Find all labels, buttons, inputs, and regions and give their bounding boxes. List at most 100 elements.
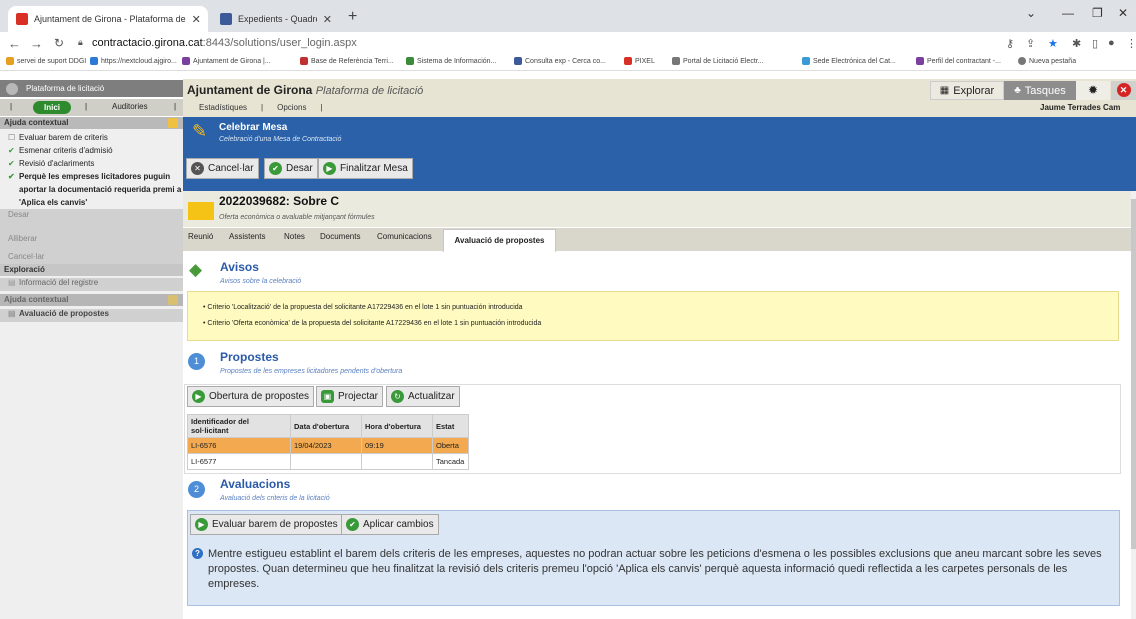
actualitzar-button[interactable]: ↻ Actualitzar bbox=[386, 386, 460, 407]
bookmark-item[interactable]: Base de Referència Terri... bbox=[300, 57, 394, 65]
warning-line: • Criterio 'Oferta econòmica' de la prop… bbox=[203, 320, 542, 327]
browser-tab-expedients[interactable]: Expedients - Quadre de comandament ✕ bbox=[212, 6, 340, 32]
check-icon: ✔ bbox=[269, 162, 282, 175]
table-row[interactable]: LI-6576 19/04/2023 09:19 Oberta bbox=[187, 437, 469, 454]
sidebar-item-perque[interactable]: ✔ Perquè les empreses licitadores puguin bbox=[0, 172, 183, 181]
sidebar-item-desar[interactable]: Desar bbox=[0, 210, 183, 219]
sidebar-item-alliberar[interactable]: Alliberar bbox=[0, 234, 183, 243]
back-icon[interactable]: ← bbox=[8, 36, 21, 51]
bookmark-item[interactable]: https://nextcloud.ajgiro... bbox=[90, 57, 177, 65]
refresh-icon: ↻ bbox=[391, 390, 404, 403]
avaluacions-subtitle: Avaluació dels criteris de la licitació bbox=[220, 495, 330, 502]
play-icon: ▶ bbox=[192, 390, 205, 403]
step-number: 1 bbox=[188, 353, 205, 370]
play-icon: ▶ bbox=[323, 162, 336, 175]
share-icon[interactable]: ⇪ bbox=[1026, 37, 1035, 50]
collapse-icon[interactable] bbox=[168, 295, 178, 305]
explorar-button[interactable]: ▦ Explorar bbox=[930, 81, 1004, 100]
tab-inici[interactable]: Inici bbox=[33, 101, 71, 114]
sidebar: Ajuda contextual ☐ Evaluar barem de crite… bbox=[0, 117, 183, 619]
gear-icon[interactable]: ✹ bbox=[1076, 81, 1110, 100]
aplicar-cambios-button[interactable]: ✔ Aplicar cambios bbox=[341, 514, 439, 535]
collapse-icon[interactable] bbox=[168, 118, 178, 128]
sidebar-item-avaluacio[interactable]: ▤ Avaluació de propostes bbox=[0, 309, 183, 322]
bookmark-item[interactable]: Consulta exp - Cerca co... bbox=[514, 57, 606, 65]
tasques-button[interactable]: ♣ Tasques bbox=[1004, 81, 1076, 100]
check-icon: ✔ bbox=[346, 518, 359, 531]
info-text: Mentre estigueu establint el barem dels … bbox=[208, 548, 1102, 590]
sidebar-item-informacio[interactable]: ▤ Informació del registre bbox=[0, 278, 183, 291]
projectar-button[interactable]: ▣ Projectar bbox=[316, 386, 384, 407]
scrollbar[interactable] bbox=[1131, 191, 1136, 619]
grid-icon: ▦ bbox=[939, 85, 950, 96]
bookmark-item[interactable]: Portal de Licitació Electr... bbox=[672, 57, 764, 65]
sidebar-item-revisio[interactable]: ✔ Revisió d'aclariments bbox=[0, 159, 183, 168]
nav-estadistiques[interactable]: Estadístiques bbox=[199, 103, 247, 112]
column-header[interactable]: Data d'obertura bbox=[290, 414, 362, 438]
checkbox-empty-icon: ☐ bbox=[8, 133, 16, 142]
close-tab-icon[interactable]: ✕ bbox=[186, 13, 201, 26]
bookmark-item[interactable]: Perfil del contractant -... bbox=[916, 57, 1001, 65]
sidebar-item-esmenar[interactable]: ✔ Esmenar criteris d'admisió bbox=[0, 146, 183, 155]
propostes-title: Propostes bbox=[220, 350, 279, 364]
tab-search-icon[interactable]: ⌄ bbox=[1026, 6, 1036, 20]
forward-icon[interactable]: → bbox=[30, 36, 43, 51]
scrollbar-thumb[interactable] bbox=[1131, 199, 1136, 549]
restore-icon[interactable]: ❐ bbox=[1092, 6, 1103, 20]
column-header[interactable]: Hora d'obertura bbox=[361, 414, 433, 438]
bookmark-item[interactable]: PIXEL bbox=[624, 57, 655, 65]
tab-avaluacio-propostes[interactable]: Avaluació de propostes bbox=[443, 229, 556, 252]
bookmark-item[interactable]: Sistema de Información... bbox=[406, 57, 496, 65]
tab-auditories[interactable]: Auditories bbox=[112, 102, 148, 111]
new-tab-icon[interactable]: + bbox=[348, 8, 357, 26]
extensions-icon[interactable]: ✱ bbox=[1072, 37, 1081, 50]
cancel-button[interactable]: ✕ Cancel·lar bbox=[186, 158, 259, 179]
avisos-subtitle: Avisos sobre la celebració bbox=[220, 278, 302, 285]
tab-comunicacions[interactable]: Comunicacions bbox=[377, 232, 432, 241]
browser-tab-girona[interactable]: Ajuntament de Girona - Plataforma de ✕ bbox=[8, 6, 208, 32]
sidebar-tabs bbox=[0, 99, 183, 116]
nav-opcions[interactable]: Opcions bbox=[277, 103, 306, 112]
tab-documents[interactable]: Documents bbox=[320, 232, 360, 241]
column-header[interactable]: Estat bbox=[432, 414, 469, 438]
action-subtitle: Celebració d'una Mesa de Contractació bbox=[219, 136, 342, 143]
tab-reunio[interactable]: Reunió bbox=[188, 232, 213, 241]
finalitzar-mesa-button[interactable]: ▶ Finalitzar Mesa bbox=[318, 158, 413, 179]
bookmark-item[interactable]: Sede Electrónica del Cat... bbox=[802, 57, 896, 65]
checkmark-icon: ✔ bbox=[8, 172, 15, 181]
favicon-icon bbox=[220, 13, 232, 25]
sidepanel-icon[interactable]: ▯ bbox=[1092, 37, 1098, 50]
sidebar-item-perque-cont: 'Aplica els canvis' bbox=[19, 198, 88, 207]
checkmark-icon: ✔ bbox=[8, 159, 15, 168]
table-row[interactable]: LI-6577 Tancada bbox=[187, 453, 469, 470]
tab-assistents[interactable]: Assistents bbox=[229, 232, 265, 241]
bookmark-star-icon[interactable]: ★ bbox=[1048, 37, 1058, 50]
menu-icon[interactable]: ⋮ bbox=[1126, 37, 1136, 50]
play-icon: ▶ bbox=[195, 518, 208, 531]
action-title: Celebrar Mesa bbox=[219, 122, 288, 133]
column-header[interactable]: Identificador del sol·licitant bbox=[187, 414, 291, 438]
avaluacions-title: Avaluacions bbox=[220, 477, 291, 491]
sidebar-item-evaluar[interactable]: ☐ Evaluar barem de criteris bbox=[0, 133, 183, 142]
url-field[interactable]: contractacio.girona.cat:8443/solutions/u… bbox=[92, 37, 357, 49]
bookmark-item[interactable]: Ajuntament de Girona |... bbox=[182, 57, 271, 65]
bookmark-item[interactable]: servei de suport DDGI bbox=[6, 57, 86, 65]
tab-notes[interactable]: Notes bbox=[284, 232, 305, 241]
key-icon[interactable]: ⚷ bbox=[1006, 37, 1014, 50]
document-icon: ▤ bbox=[8, 309, 16, 318]
reload-icon[interactable]: ↻ bbox=[54, 36, 64, 50]
minimize-icon[interactable]: — bbox=[1062, 6, 1074, 20]
bookmark-item[interactable]: Nueva pestaña bbox=[1018, 57, 1076, 65]
close-tab-icon[interactable]: ✕ bbox=[317, 13, 332, 26]
evaluar-barem-button[interactable]: ▶ Evaluar barem de propostes bbox=[190, 514, 343, 535]
platform-logo-icon bbox=[6, 82, 18, 95]
profile-icon[interactable]: ● bbox=[1108, 37, 1115, 49]
step-number: 2 bbox=[188, 481, 205, 498]
window-close-icon[interactable]: ✕ bbox=[1118, 6, 1128, 20]
logout-button[interactable]: ✕ bbox=[1111, 81, 1136, 100]
save-button[interactable]: ✔ Desar bbox=[264, 158, 318, 179]
obertura-propostes-button[interactable]: ▶ Obertura de propostes bbox=[187, 386, 315, 407]
close-icon: ✕ bbox=[1116, 83, 1131, 97]
sidebar-item-cancellar[interactable]: Cancel·lar bbox=[0, 252, 183, 261]
tag-icon: ◆ bbox=[189, 260, 203, 279]
